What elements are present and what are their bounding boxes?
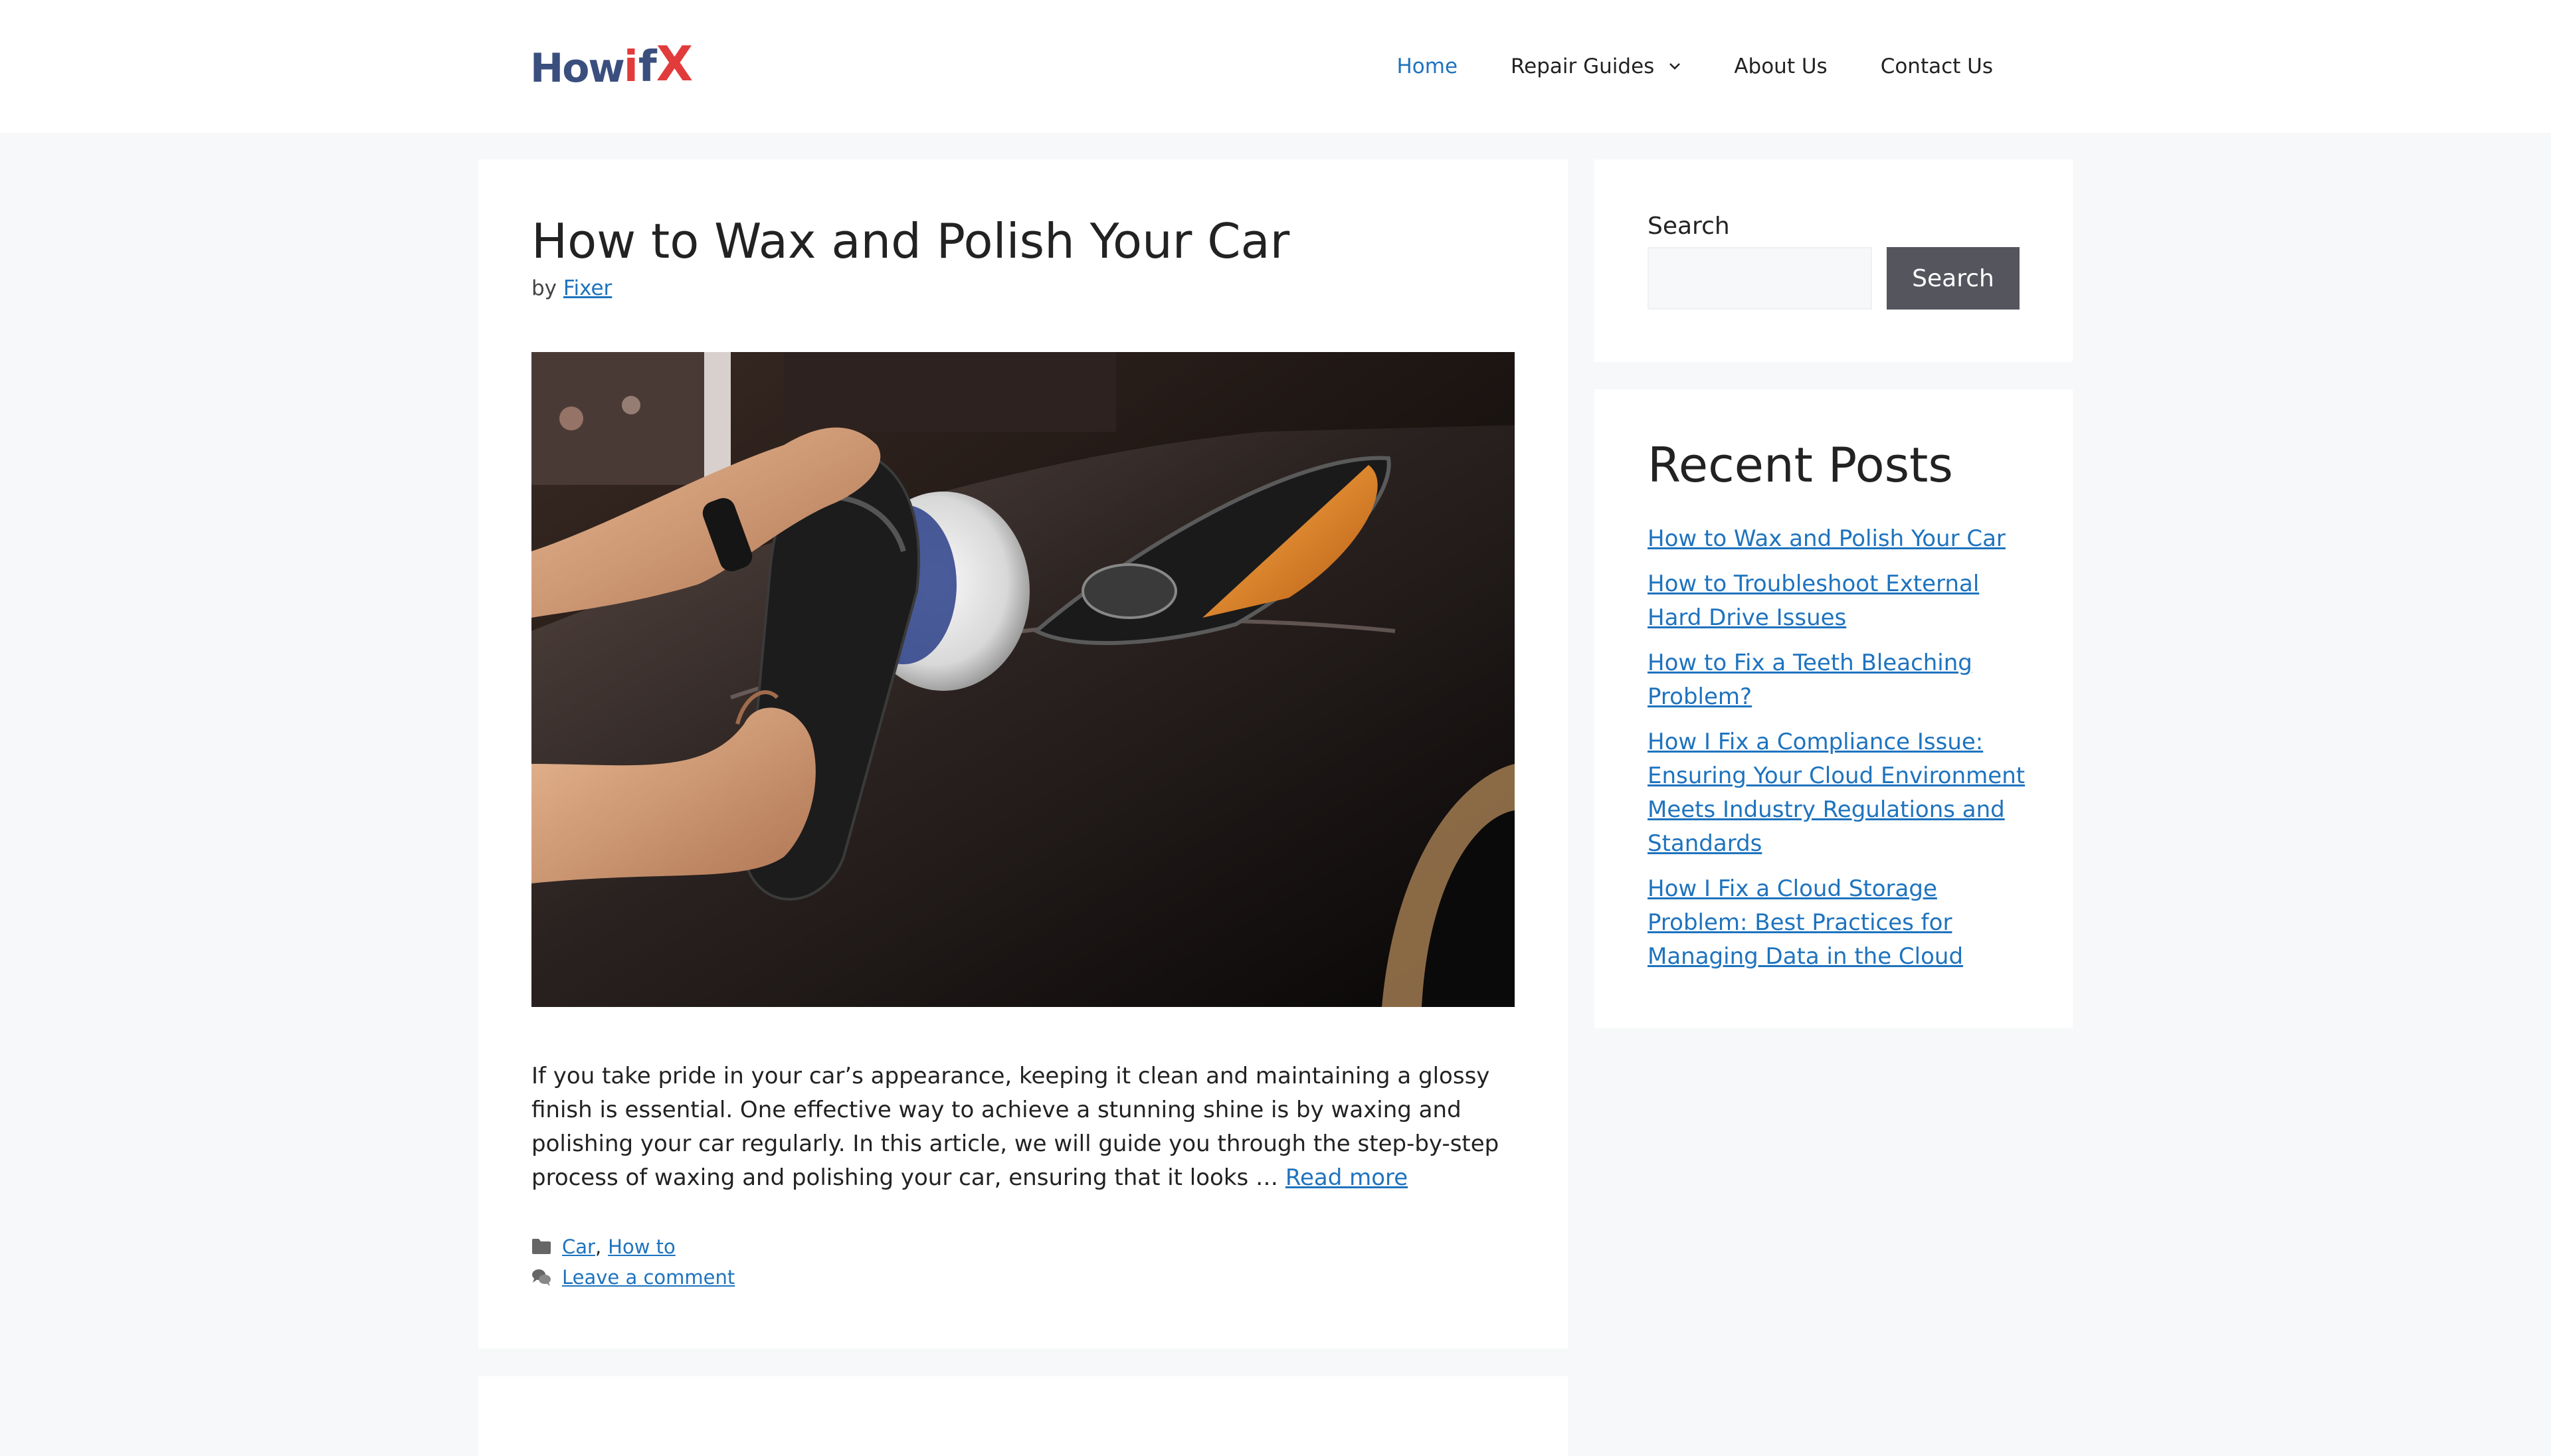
recent-posts-title: Recent Posts bbox=[1648, 437, 1953, 493]
recent-post-link[interactable]: How to Troubleshoot External Hard Drive … bbox=[1648, 571, 1979, 631]
search-widget: Search Search bbox=[1594, 159, 2073, 362]
post-byline: by Fixer bbox=[531, 276, 1515, 300]
read-more-link[interactable]: Read more bbox=[1285, 1164, 1408, 1191]
post-card: How to Wax and Polish Your Car by Fixer bbox=[478, 159, 1568, 1348]
search-label: Search bbox=[1648, 213, 1730, 240]
recent-post-link[interactable]: How to Fix a Teeth Bleaching Problem? bbox=[1648, 650, 1972, 710]
nav-contact-us-label: Contact Us bbox=[1880, 54, 1993, 78]
category-separator: , bbox=[595, 1235, 602, 1258]
post-comments: Leave a comment bbox=[531, 1266, 735, 1289]
recent-post-link[interactable]: How I Fix a Cloud Storage Problem: Best … bbox=[1648, 875, 1963, 970]
comments-icon bbox=[531, 1268, 551, 1287]
featured-image[interactable] bbox=[531, 352, 1515, 1007]
recent-post-link[interactable]: How I Fix a Compliance Issue: Ensuring Y… bbox=[1648, 729, 2025, 857]
logo-how-text: How bbox=[530, 45, 625, 92]
nav-about-us[interactable]: About Us bbox=[1707, 0, 1853, 133]
recent-posts-list: How to Wax and Polish Your Car How to Tr… bbox=[1648, 522, 2033, 985]
nav-home[interactable]: Home bbox=[1370, 0, 1484, 133]
site-header: How i f X Home Repair Guides About Us Co… bbox=[0, 0, 2551, 133]
chevron-down-icon bbox=[1669, 62, 1681, 70]
recent-posts-widget: Recent Posts How to Wax and Polish Your … bbox=[1594, 389, 2073, 1028]
post-categories: Car, How to bbox=[531, 1235, 676, 1258]
search-input[interactable] bbox=[1648, 247, 1872, 310]
post-excerpt: If you take pride in your car’s appearan… bbox=[531, 1059, 1515, 1195]
post-header: How to Wax and Polish Your Car by Fixer bbox=[531, 213, 1515, 300]
logo-f-text: f bbox=[638, 43, 657, 92]
nav-home-label: Home bbox=[1396, 54, 1458, 78]
category-link-how-to[interactable]: How to bbox=[608, 1235, 676, 1258]
category-link-car[interactable]: Car bbox=[562, 1235, 595, 1258]
car-polishing-illustration bbox=[531, 352, 1515, 1007]
byline-prefix: by bbox=[531, 276, 557, 301]
search-button[interactable]: Search bbox=[1887, 247, 2020, 310]
leave-comment-link[interactable]: Leave a comment bbox=[562, 1266, 735, 1289]
list-item: How to Fix a Teeth Bleaching Problem? bbox=[1648, 646, 2033, 714]
list-item: How I Fix a Cloud Storage Problem: Best … bbox=[1648, 872, 2033, 974]
list-item: How to Wax and Polish Your Car bbox=[1648, 522, 2033, 556]
nav-repair-guides-label: Repair Guides bbox=[1511, 54, 1655, 78]
nav-contact-us[interactable]: Contact Us bbox=[1854, 0, 2020, 133]
list-item: How to Troubleshoot External Hard Drive … bbox=[1648, 567, 2033, 635]
folder-icon bbox=[531, 1237, 551, 1256]
nav-repair-guides[interactable]: Repair Guides bbox=[1484, 0, 1707, 133]
logo-i-text: i bbox=[623, 43, 638, 92]
list-item: How I Fix a Compliance Issue: Ensuring Y… bbox=[1648, 725, 2033, 861]
author-link[interactable]: Fixer bbox=[563, 276, 612, 300]
post-title[interactable]: How to Wax and Polish Your Car bbox=[531, 213, 1515, 270]
logo-x-text: X bbox=[656, 36, 694, 92]
site-logo[interactable]: How i f X bbox=[530, 36, 693, 92]
recent-post-link[interactable]: How to Wax and Polish Your Car bbox=[1648, 525, 2006, 552]
main-nav: Home Repair Guides About Us Contact Us bbox=[1370, 0, 2020, 133]
nav-about-us-label: About Us bbox=[1734, 54, 1828, 78]
next-post-card bbox=[478, 1376, 1568, 1456]
